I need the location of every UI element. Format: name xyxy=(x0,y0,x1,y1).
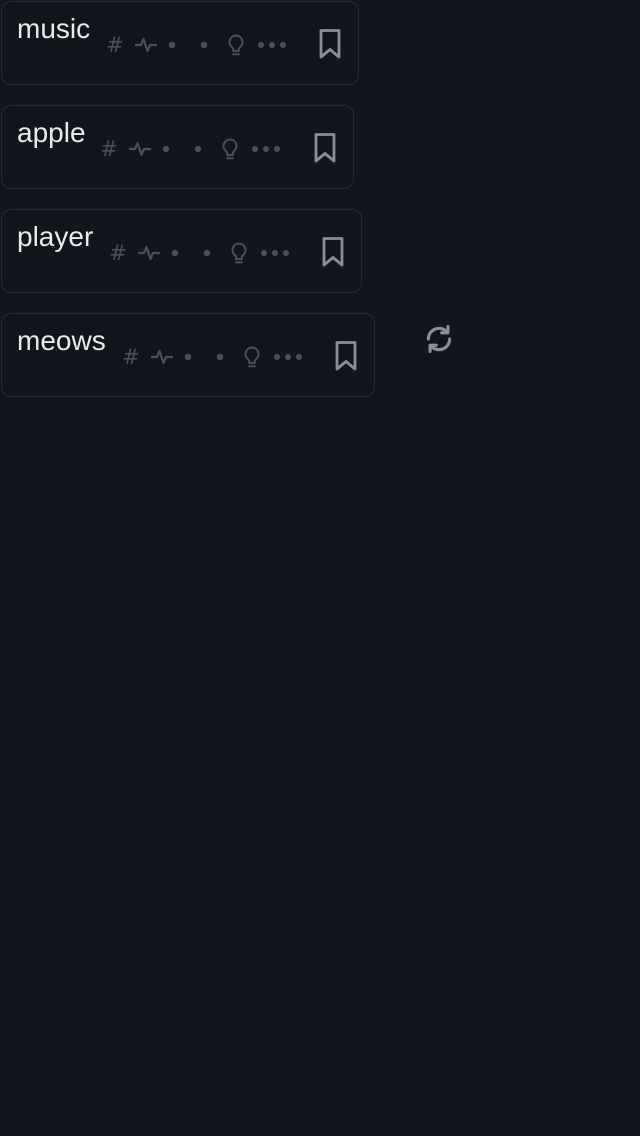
tag-actions: # xyxy=(109,238,291,268)
more-horizontal-icon[interactable] xyxy=(272,342,304,372)
tag-actions: # xyxy=(122,342,304,372)
dot-icon[interactable] xyxy=(162,134,170,164)
more-horizontal-icon[interactable] xyxy=(250,134,282,164)
bookmark-icon[interactable] xyxy=(332,336,360,376)
dot-icon[interactable] xyxy=(194,134,202,164)
activity-pulse-icon[interactable] xyxy=(137,238,161,268)
activity-pulse-icon[interactable] xyxy=(134,30,158,60)
bookmark-icon[interactable] xyxy=(311,128,339,168)
refresh-icon xyxy=(422,322,456,361)
refresh-button[interactable] xyxy=(419,321,459,361)
tag-actions: # xyxy=(106,30,288,60)
dot-icon[interactable] xyxy=(184,342,192,372)
lightbulb-icon[interactable] xyxy=(220,134,240,164)
bookmark-icon[interactable] xyxy=(316,24,344,64)
lightbulb-icon[interactable] xyxy=(226,30,246,60)
dot-icon[interactable] xyxy=(200,30,208,60)
hash-icon[interactable]: # xyxy=(100,134,118,164)
hash-icon[interactable]: # xyxy=(109,238,127,268)
dot-icon[interactable] xyxy=(216,342,224,372)
tag-card-player[interactable]: player # xyxy=(1,209,362,293)
more-horizontal-icon[interactable] xyxy=(259,238,291,268)
more-horizontal-icon[interactable] xyxy=(256,30,288,60)
bookmark-icon[interactable] xyxy=(319,232,347,272)
dot-icon[interactable] xyxy=(203,238,211,268)
tag-card-meows[interactable]: meows # xyxy=(1,313,375,397)
activity-pulse-icon[interactable] xyxy=(150,342,174,372)
activity-pulse-icon[interactable] xyxy=(128,134,152,164)
tag-label: apple xyxy=(17,117,86,148)
lightbulb-icon[interactable] xyxy=(229,238,249,268)
tag-card-music[interactable]: music # xyxy=(1,1,359,85)
hash-icon[interactable]: # xyxy=(122,342,140,372)
dot-icon[interactable] xyxy=(171,238,179,268)
tag-actions: # xyxy=(100,134,282,164)
lightbulb-icon[interactable] xyxy=(242,342,262,372)
tag-label: player xyxy=(17,221,94,252)
dot-icon[interactable] xyxy=(168,30,176,60)
tag-label: music xyxy=(17,13,91,44)
tag-card-apple[interactable]: apple # xyxy=(1,105,354,189)
hash-icon[interactable]: # xyxy=(106,30,124,60)
tag-label: meows xyxy=(17,325,106,356)
